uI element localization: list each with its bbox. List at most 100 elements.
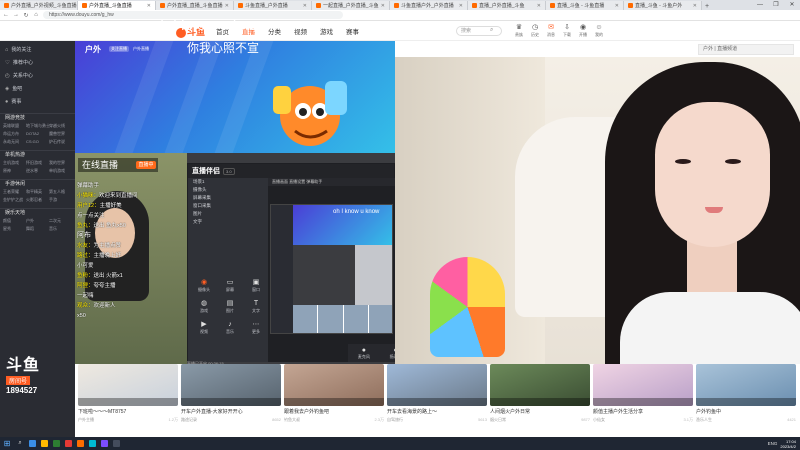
sidebar-section-title[interactable]: 单机热游: [0, 150, 75, 159]
tab-close-icon[interactable]: ✕: [459, 3, 463, 9]
header-item[interactable]: ◉ 开播: [577, 24, 589, 38]
live-room-card[interactable]: 下班啦～～～MT8757 户外主播 1.2万: [78, 364, 178, 437]
browser-tab[interactable]: 一起直播_户外直播_斗鱼 ✕: [312, 1, 390, 10]
search-input[interactable]: 搜索: [456, 26, 502, 36]
source-button[interactable]: ▣ 窗口: [244, 278, 268, 293]
scene-item[interactable]: 场景1: [188, 178, 268, 186]
sidebar-category-link[interactable]: 颜值: [3, 217, 26, 225]
nav-item[interactable]: 分类: [268, 26, 281, 36]
header-item[interactable]: ☺ 我的: [593, 24, 605, 38]
nav-item[interactable]: 视频: [294, 26, 307, 36]
reload-icon[interactable]: ↻: [23, 12, 29, 19]
tab-close-icon[interactable]: ✕: [615, 3, 619, 9]
scene-item[interactable]: 窗口采集: [188, 202, 268, 210]
search-icon[interactable]: ⌕: [490, 27, 493, 34]
sidebar-item[interactable]: ◴ 关系中心: [0, 70, 75, 83]
header-item[interactable]: ♛ 贵族: [513, 24, 525, 38]
live-room-card[interactable]: 开车去看海景的路上～ 自驾旅行 5613: [387, 364, 487, 437]
sidebar-category-link[interactable]: 舞蹈: [26, 225, 49, 233]
back-icon[interactable]: ←: [3, 12, 9, 18]
browser-tab[interactable]: 斗鱼直播户外_户外直播 ✕: [390, 1, 468, 10]
card-title[interactable]: 户外钓鱼中: [696, 408, 796, 416]
source-button[interactable]: ▶ 视频: [192, 320, 216, 335]
browser-tab[interactable]: 直播_斗鱼 - 斗鱼直播 ✕: [546, 1, 624, 10]
sidebar-item[interactable]: ◈ 鱼吧: [0, 83, 75, 96]
browser-tab[interactable]: 直播_斗鱼 - 斗鱼户外 ✕: [624, 1, 702, 10]
sidebar-category-link[interactable]: 二次元: [49, 217, 72, 225]
taskbar-app-icon[interactable]: [110, 437, 122, 450]
scene-item[interactable]: 文字: [188, 218, 268, 226]
forward-icon[interactable]: →: [13, 12, 19, 18]
sidebar-category-link[interactable]: 命运方舟: [3, 130, 26, 138]
card-thumbnail[interactable]: [78, 364, 178, 406]
card-anchor[interactable]: 小仙女: [593, 416, 605, 423]
card-title[interactable]: 开车户外直播-大家好开开心: [181, 408, 281, 416]
close-window-button[interactable]: ✕: [784, 0, 800, 10]
scene-item[interactable]: 摄像头: [188, 186, 268, 194]
sidebar-category-link[interactable]: 魔兽世界: [49, 130, 72, 138]
card-thumbnail[interactable]: [490, 364, 590, 406]
minimize-button[interactable]: —: [752, 0, 768, 10]
card-thumbnail[interactable]: [696, 364, 796, 406]
stream-control-button[interactable]: ● 麦克风: [358, 347, 370, 360]
live-room-card[interactable]: 颜值主播户外生活分享 小仙女 3.1万: [593, 364, 693, 437]
card-anchor[interactable]: 自驾旅行: [387, 416, 403, 423]
webcam-video[interactable]: [395, 57, 800, 364]
sidebar-category-link[interactable]: 主机游戏: [3, 159, 26, 167]
language-indicator[interactable]: ENG: [768, 441, 778, 446]
card-anchor[interactable]: 烟火日常: [490, 416, 506, 423]
source-button[interactable]: ▤ 图片: [218, 299, 242, 314]
maximize-button[interactable]: ❐: [768, 0, 784, 10]
browser-tab[interactable]: 户外直播_斗鱼直播 ✕: [78, 1, 156, 10]
sidebar-section-title[interactable]: 网游竞技: [0, 113, 75, 122]
sidebar-category-link[interactable]: 和平精英: [26, 188, 49, 196]
sidebar-category-link[interactable]: 逆水寒: [26, 167, 49, 175]
taskbar-app-icon[interactable]: [74, 437, 86, 450]
sidebar-category-link[interactable]: 怀旧游戏: [26, 159, 49, 167]
tab-close-icon[interactable]: ✕: [147, 3, 151, 9]
sidebar-item[interactable]: ⌂ 我的关注: [0, 44, 75, 57]
nav-item[interactable]: 游戏: [320, 26, 333, 36]
sidebar-item[interactable]: ♡ 推荐中心: [0, 57, 75, 70]
tab-close-icon[interactable]: ✕: [225, 3, 229, 9]
card-title[interactable]: 跟着我去户外钓鱼吧: [284, 408, 384, 416]
card-anchor[interactable]: 路途记录: [181, 416, 197, 423]
taskbar-app-icon[interactable]: [98, 437, 110, 450]
live-room-card[interactable]: 人间烟火户外日常 烟火日常 9877: [490, 364, 590, 437]
windows-start-icon[interactable]: ⊞: [0, 439, 14, 448]
taskbar-app-icon[interactable]: [62, 437, 74, 450]
sidebar-category-link[interactable]: 我的世界: [49, 159, 72, 167]
card-title[interactable]: 颜值主播户外生活分享: [593, 408, 693, 416]
taskbar-app-icon[interactable]: [86, 437, 98, 450]
sidebar-category-link[interactable]: 原神: [3, 167, 26, 175]
sidebar-category-link[interactable]: 金铲铲之战: [3, 196, 26, 204]
taskbar-search-icon[interactable]: ⌕: [14, 440, 26, 447]
sidebar-category-link[interactable]: 英雄联盟: [3, 122, 26, 130]
sidebar-item[interactable]: ● 赛事: [0, 96, 75, 109]
source-button[interactable]: T 文字: [244, 299, 268, 314]
card-anchor[interactable]: 渔乐人生: [696, 416, 712, 423]
taskbar-app-icon[interactable]: [38, 437, 50, 450]
card-thumbnail[interactable]: [387, 364, 487, 406]
header-item[interactable]: ◷ 历史: [529, 24, 541, 38]
card-anchor[interactable]: 户外主播: [78, 416, 94, 423]
tab-close-icon[interactable]: ✕: [537, 3, 541, 9]
live-room-card[interactable]: 开车户外直播-大家好开开心 路途记录 8652: [181, 364, 281, 437]
sidebar-section-title[interactable]: 手游休闲: [0, 179, 75, 188]
scene-item[interactable]: 图片: [188, 210, 268, 218]
browser-tab[interactable]: 斗鱼直播_户外直播 ✕: [234, 1, 312, 10]
sidebar-category-link[interactable]: 火影忍者: [26, 196, 49, 204]
sidebar-category-link[interactable]: 音乐: [49, 225, 72, 233]
right-panel-tab[interactable]: 户外 | 直播频道: [698, 44, 794, 55]
live-room-card[interactable]: 跟着我去户外钓鱼吧 钓鱼大叔 2.3万: [284, 364, 384, 437]
home-icon[interactable]: ⌂: [33, 12, 39, 18]
sidebar-category-link[interactable]: 王者荣耀: [3, 188, 26, 196]
source-button[interactable]: ▭ 屏幕: [218, 278, 242, 293]
taskbar-app-icon[interactable]: [26, 437, 38, 450]
sidebar-category-link[interactable]: 第五人格: [49, 188, 72, 196]
source-button[interactable]: ♪ 音乐: [218, 320, 242, 335]
sidebar-category-link[interactable]: 星秀: [3, 225, 26, 233]
tab-close-icon[interactable]: ✕: [381, 3, 385, 9]
sidebar-section-title[interactable]: 娱乐天地: [0, 208, 75, 217]
card-thumbnail[interactable]: [593, 364, 693, 406]
